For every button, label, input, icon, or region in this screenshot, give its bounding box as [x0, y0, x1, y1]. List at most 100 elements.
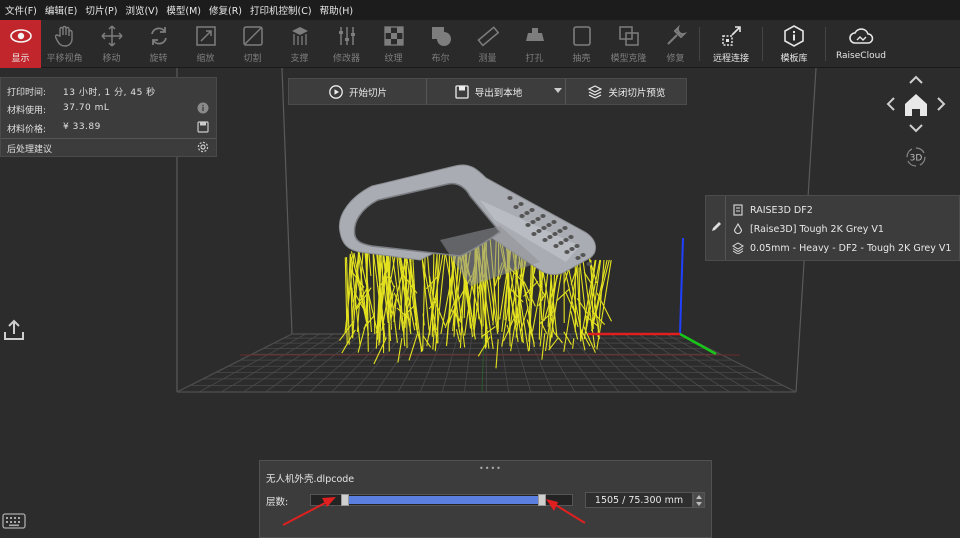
gear-icon[interactable] [197, 141, 209, 153]
vent-hole [568, 235, 574, 239]
layer-preview-panel: •••• 无人机外壳.dlpcode 层数: 1505 / 75.300 mm [259, 460, 712, 538]
layer-range-fill [347, 496, 544, 504]
vent-hole [513, 205, 519, 209]
vent-hole [575, 256, 581, 260]
vent-hole [580, 253, 586, 257]
tool-cut-label: 切割 [243, 54, 262, 64]
spin-down-icon [696, 502, 702, 506]
template-library-icon [781, 24, 807, 48]
menu-model[interactable]: 模型(M) [163, 3, 206, 17]
vent-hole [535, 217, 541, 221]
hand-icon [52, 24, 78, 48]
grid-line [287, 333, 362, 393]
start-slice-button[interactable]: 开始切片 [289, 79, 426, 104]
material-use-label: 材料使用: [7, 106, 47, 116]
pencil-icon [710, 221, 722, 236]
printer-profile-panel: RAISE3D DF2 [Raise3D] Tough 2K Grey V1 0… [705, 195, 960, 261]
close-slice-preview-button[interactable]: 关闭切片预览 [566, 79, 686, 104]
tool-remote-connect[interactable]: 远程连接 [700, 20, 762, 68]
vent-hole [552, 232, 558, 236]
tool-cut[interactable]: 切割 [229, 20, 276, 68]
nav-down-arrow [909, 124, 923, 133]
upload-icon[interactable] [3, 318, 25, 342]
print-info-panel: 打印时间: 13 小时, 1 分, 45 秒 材料使用: 37.70 mL 材料… [0, 77, 217, 157]
support-brace [368, 250, 372, 276]
tool-support[interactable]: 支撑 [276, 20, 323, 68]
tool-template-library-label: 模板库 [780, 54, 808, 64]
tool-measure[interactable]: 测量 [464, 20, 511, 68]
grid-line [610, 333, 686, 393]
profile-row[interactable]: 0.05mm - Heavy - DF2 - Tough 2K Grey V1 [732, 242, 951, 254]
tool-punch[interactable]: 打孔 [511, 20, 558, 68]
keyboard-icon[interactable] [2, 512, 26, 530]
printer-row[interactable]: RAISE3D DF2 [732, 204, 813, 216]
nav-up-arrow [909, 75, 923, 84]
tool-raisecloud[interactable]: RaiseCloud [826, 20, 896, 68]
tool-shell[interactable]: 抽壳 [558, 20, 605, 68]
grid-line [499, 333, 510, 393]
menu-printer-control[interactable]: 打印机控制(C) [247, 3, 317, 17]
tool-support-label: 支撑 [290, 54, 309, 64]
close-slice-preview-label: 关闭切片预览 [608, 87, 666, 99]
material-price-value: ¥ 33.89 [63, 122, 101, 132]
clone-icon [616, 24, 642, 48]
tool-punch-label: 打孔 [525, 54, 544, 64]
tool-raisecloud-label: RaiseCloud [835, 51, 886, 61]
menu-help[interactable]: 帮助(H) [317, 3, 359, 17]
vent-hole [574, 244, 580, 248]
vent-hole [529, 208, 535, 212]
export-local-button[interactable]: 导出到本地 [427, 79, 566, 104]
tool-rotate[interactable]: 旋转 [135, 20, 182, 68]
info-icon[interactable] [197, 102, 209, 114]
tool-scale[interactable]: 缩放 [182, 20, 229, 68]
vent-hole [530, 220, 536, 224]
material-price-row: 材料价格: ¥ 33.89 [7, 122, 101, 135]
drag-grip-icon[interactable]: •••• [479, 464, 502, 473]
material-row[interactable]: [Raise3D] Tough 2K Grey V1 [732, 223, 884, 235]
vent-hole [536, 229, 542, 233]
slice-filename: 无人机外壳.dlpcode [266, 474, 355, 485]
support-brace [425, 276, 439, 290]
print-time-label: 打印时间: [7, 88, 47, 98]
shell-icon [569, 24, 595, 48]
layer-low-handle[interactable] [341, 494, 349, 506]
tool-repair[interactable]: 修复 [652, 20, 699, 68]
chevron-down-icon[interactable] [553, 88, 562, 93]
layer-value-field[interactable]: 1505 / 75.300 mm [585, 492, 693, 508]
support-icon [287, 24, 313, 48]
layer-range-slider[interactable] [310, 494, 573, 506]
menu-repair[interactable]: 修复(R) [206, 3, 247, 17]
edit-profile-button[interactable] [706, 196, 726, 260]
layer-spinner[interactable] [693, 492, 705, 508]
tool-move[interactable]: 移动 [88, 20, 135, 68]
save-icon[interactable] [197, 121, 209, 133]
tool-display-label: 显示 [11, 54, 30, 64]
floor-y-guide [481, 333, 485, 393]
tool-pan-view[interactable]: 平移视角 [41, 20, 88, 68]
post-process-row[interactable]: 后处理建议 [7, 142, 52, 155]
grid-line [419, 333, 445, 393]
start-slice-label: 开始切片 [349, 87, 388, 99]
tool-template-library[interactable]: 模板库 [763, 20, 825, 68]
tool-display[interactable]: 显示 [0, 20, 41, 68]
tool-model-clone[interactable]: 模型克隆 [605, 20, 652, 68]
menu-edit[interactable]: 编辑(E) [42, 3, 82, 17]
tool-modifier[interactable]: 修改器 [323, 20, 370, 68]
eye-icon [8, 24, 34, 48]
menu-file[interactable]: 文件(F) [2, 3, 42, 17]
print-time-value: 13 小时, 1 分, 45 秒 [63, 88, 156, 98]
tool-texture[interactable]: 纹理 [370, 20, 417, 68]
tool-boolean[interactable]: 布尔 [417, 20, 464, 68]
view-navigation-pad: 3D [884, 73, 950, 169]
toolbar: 显示 平移视角 移动 旋转 缩放 切割 支撑 修改器 纹理 布尔 测量 打孔 抽… [0, 20, 960, 68]
vent-hole [547, 235, 553, 239]
material-use-row: 材料使用: 37.70 mL [7, 103, 109, 116]
printer-icon [732, 204, 744, 216]
layer-high-handle[interactable] [538, 494, 546, 506]
material-use-value: 37.70 mL [63, 103, 110, 113]
menu-slice[interactable]: 切片(P) [82, 3, 122, 17]
resin-drop-icon [732, 223, 744, 235]
modifier-icon [334, 24, 360, 48]
view-3d-label: 3D [910, 154, 923, 164]
menu-view[interactable]: 浏览(V) [122, 3, 163, 17]
